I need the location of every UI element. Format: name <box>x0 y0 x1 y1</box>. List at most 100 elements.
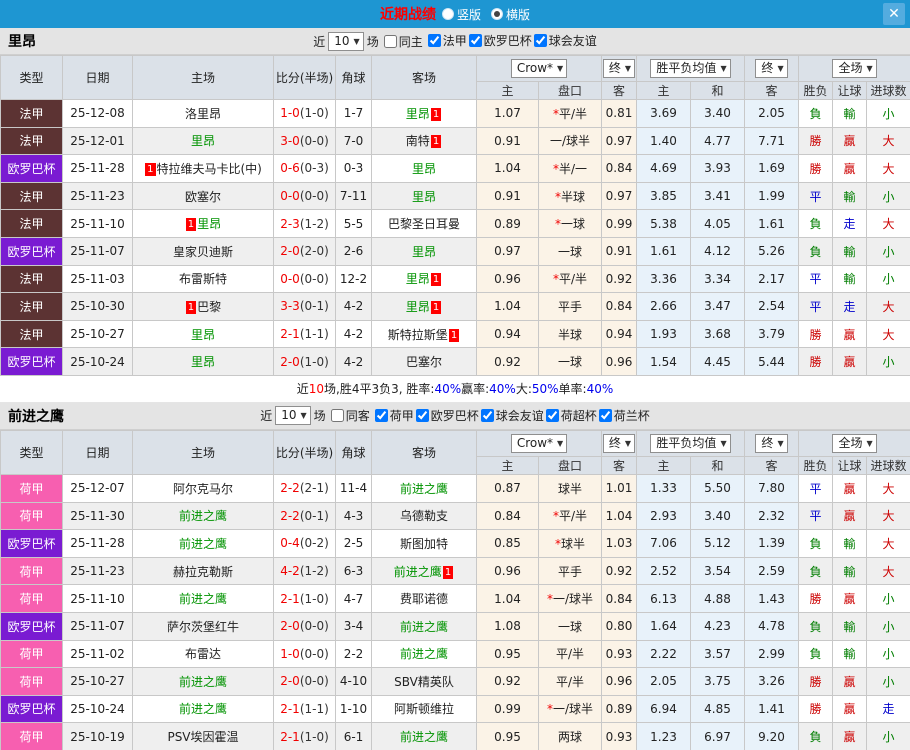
league-checkbox-input[interactable] <box>598 408 612 422</box>
match-row: 荷甲 25-10-19 PSV埃因霍温 2-1(1-0) 6-1 前进之鹰 0.… <box>0 722 910 750</box>
match-count-select[interactable]: 10 <box>275 406 311 426</box>
league-checkbox-input[interactable] <box>415 408 429 422</box>
league-checkbox-input[interactable] <box>468 34 482 47</box>
handicap-text: 平/半 <box>558 272 588 287</box>
away-odds: 0.93 <box>601 722 637 750</box>
league-filter-checkbox[interactable]: 荷超杯 <box>544 407 597 424</box>
away-team-name: 南特 <box>405 134 430 149</box>
away-odds: 0.84 <box>601 154 637 183</box>
match-row: 欧罗巴杯 25-10-24 里昂 2-0(1-0) 4-2 巴塞尔 0.92 一… <box>0 347 910 376</box>
full-match-select[interactable]: 全场 <box>832 433 877 453</box>
league-filter-checkbox[interactable]: 法甲 <box>426 32 467 49</box>
halftime-score: (1-2) <box>299 564 329 579</box>
avg-away-odds: 7.71 <box>744 126 800 156</box>
home-odds: 0.95 <box>476 639 539 669</box>
home-odds: 0.91 <box>476 126 539 156</box>
home-team-name: 巴黎 <box>197 299 222 314</box>
avg-draw-odds: 3.40 <box>689 99 746 128</box>
final-header: 终 <box>601 429 637 457</box>
league-filter-checkbox[interactable]: 欧罗巴杯 <box>467 32 532 49</box>
away-odds: 0.84 <box>601 584 637 613</box>
home-team-cell: 前进之鹰 <box>132 584 274 613</box>
league-filter-checkbox[interactable]: 球会友谊 <box>479 407 544 424</box>
avg-select[interactable]: 胜平负均值 <box>650 433 731 453</box>
team-name-heading: 前进之鹰 <box>8 408 64 425</box>
games-label: 场 <box>366 34 379 49</box>
final-select[interactable]: 终 <box>602 59 636 78</box>
home-team-cell: 前进之鹰 <box>132 694 274 724</box>
radio-unchecked-icon[interactable] <box>441 8 454 20</box>
result-wdl: 勝 <box>798 584 834 613</box>
vertical-layout-radio[interactable]: 竖版 <box>441 6 481 23</box>
halftime-score: (0-0) <box>299 619 329 634</box>
home-team-name: 里昂 <box>190 355 215 370</box>
result-goals: 小 <box>866 347 910 376</box>
home-team-name: 阿尔克马尔 <box>172 481 233 496</box>
result-goals: 大 <box>866 556 910 586</box>
sub-col-wdl: 胜负 <box>798 455 834 475</box>
handicap-cell: *半/一 <box>538 154 602 183</box>
result-goals: 小 <box>866 722 910 750</box>
same-venue-checkbox-input[interactable] <box>383 34 397 48</box>
league-checkbox-input[interactable] <box>545 408 559 422</box>
away-odds: 1.01 <box>601 473 637 503</box>
match-date: 25-11-23 <box>62 181 133 211</box>
away-team-name: SBV精英队 <box>394 674 454 689</box>
halftime-score: (0-0) <box>299 271 329 286</box>
final-select-2[interactable]: 终 <box>755 59 788 78</box>
home-odds: 1.04 <box>476 584 539 613</box>
match-row: 法甲 25-10-30 1 巴黎 3-3(0-1) 4-2 里昂 1 1.04 平手… <box>0 292 910 321</box>
home-team-cell: PSV埃因霍温 <box>132 722 274 750</box>
avg-home-odds: 6.13 <box>636 584 691 613</box>
home-odds: 1.08 <box>476 611 539 641</box>
sub-col-wdl: 胜负 <box>798 81 834 100</box>
same-venue-checkbox[interactable]: 同主 <box>382 33 423 50</box>
close-button[interactable]: ✕ <box>883 3 905 25</box>
league-filter-checkbox[interactable]: 荷甲 <box>373 407 414 424</box>
league-filter-checkbox[interactable]: 球会友谊 <box>532 32 597 49</box>
league-checkbox-input[interactable] <box>374 408 388 422</box>
full-match-select[interactable]: 全场 <box>832 59 877 78</box>
league-checkbox-input[interactable] <box>427 34 441 47</box>
odds-provider-select[interactable]: Crow* <box>510 433 568 453</box>
avg-draw-odds: 5.12 <box>689 529 746 558</box>
sub-col-goals: 进球数 <box>866 81 910 100</box>
match-row: 法甲 25-12-08 洛里昂 1-0(1-0) 1-7 里昂 1 1.07 *平… <box>0 99 910 128</box>
avg-draw-odds: 5.50 <box>689 473 746 503</box>
away-team-name: 前进之鹰 <box>393 564 442 579</box>
league-type-cell: 法甲 <box>0 209 63 238</box>
radio-checked-icon[interactable] <box>491 8 503 20</box>
horizontal-layout-radio[interactable]: 横版 <box>491 6 530 23</box>
result-wdl: 平 <box>798 501 834 531</box>
league-type-cell: 法甲 <box>0 126 63 156</box>
league-type-cell: 荷甲 <box>0 501 63 531</box>
away-team-name: 阿斯顿维拉 <box>393 702 454 717</box>
match-count-select[interactable]: 10 <box>328 31 364 51</box>
same-venue-checkbox-input[interactable] <box>330 409 344 423</box>
result-wdl: 負 <box>798 236 834 266</box>
result-wdl: 勝 <box>798 694 834 724</box>
avg-home-odds: 4.69 <box>636 154 691 183</box>
handicap-text: 平手 <box>557 299 582 314</box>
league-label: 荷超杯 <box>560 408 597 423</box>
away-team-cell: 南特 1 <box>371 126 477 156</box>
league-filter-checkbox[interactable]: 荷兰杯 <box>597 407 650 424</box>
rank-badge: 1 <box>185 218 197 232</box>
result-goals: 大 <box>866 154 910 183</box>
result-wdl: 負 <box>798 611 834 641</box>
home-team-cell: 布雷斯特 <box>132 264 274 294</box>
league-checkbox-input[interactable] <box>533 34 547 47</box>
odds-provider-select[interactable]: Crow* <box>510 59 568 78</box>
games-label: 场 <box>313 409 326 424</box>
home-team-name: 欧塞尔 <box>184 189 221 204</box>
avg-select[interactable]: 胜平负均值 <box>650 59 731 78</box>
match-date: 25-11-07 <box>62 236 133 266</box>
final-select[interactable]: 终 <box>602 433 636 453</box>
match-date: 25-11-10 <box>62 584 133 613</box>
league-filter-checkbox[interactable]: 欧罗巴杯 <box>414 407 479 424</box>
score-cell: 2-2(0-1) <box>273 501 336 531</box>
league-checkbox-input[interactable] <box>480 408 494 422</box>
same-venue-checkbox[interactable]: 同客 <box>329 407 370 424</box>
halftime-score: (0-0) <box>299 646 329 661</box>
final-select-2[interactable]: 终 <box>755 433 788 453</box>
